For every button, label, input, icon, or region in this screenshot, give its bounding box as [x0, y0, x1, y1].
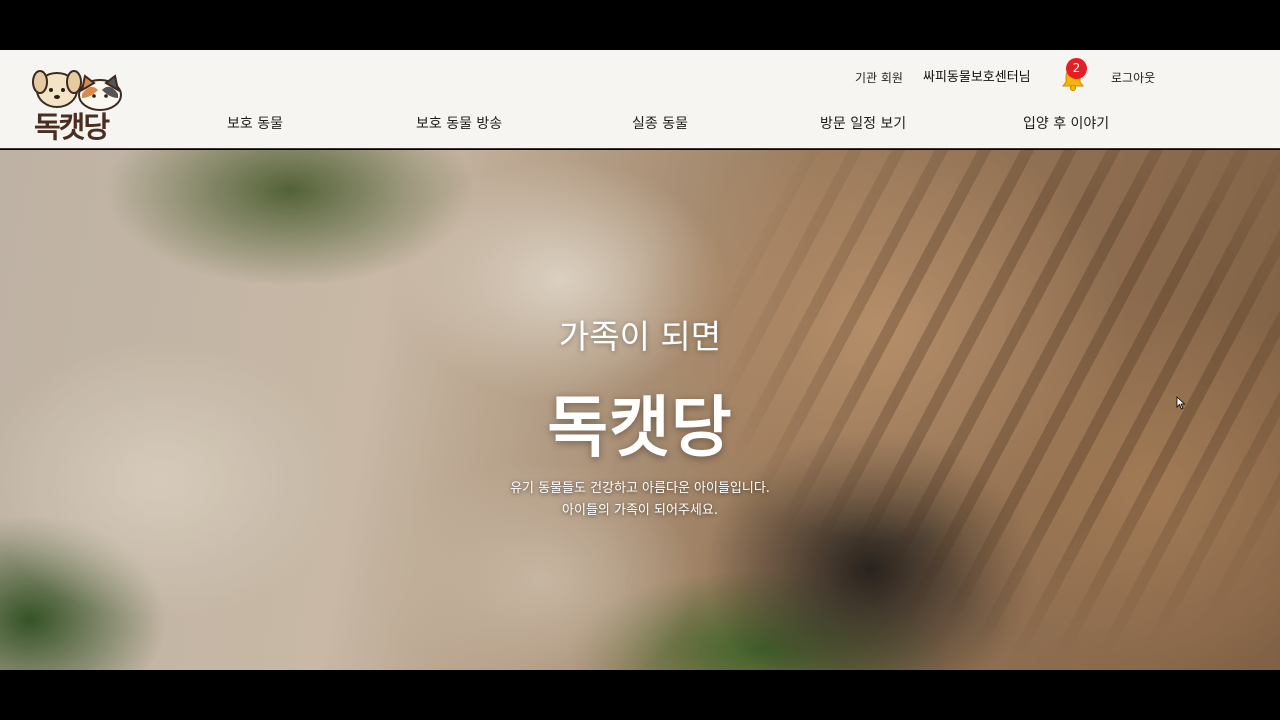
nav-item-protected-animal-broadcast[interactable]: 보호 동물 방송: [416, 112, 502, 136]
member-type-label: 기관 회원: [855, 71, 903, 85]
hero-description-line-1: 유기 동물들도 건강하고 아름다운 아이들입니다.: [510, 481, 770, 496]
hero-description-line-2: 아이들의 가족이 되어주세요.: [562, 503, 718, 518]
user-name-link[interactable]: 싸피동물보호센터님: [923, 68, 1031, 88]
site-header: 독캣당 기관 회원 싸피동물보호센터님 2 로그아웃 보호 동물 보호 동물 방…: [0, 50, 1280, 149]
nav-item-protected-animals[interactable]: 보호 동물: [227, 112, 283, 136]
hero-banner: 가족이 되면 독캣당 유기 동물들도 건강하고 아름다운 아이들입니다. 아이들…: [0, 150, 1280, 670]
letterbox-bottom: [0, 670, 1280, 720]
notification-badge: 2: [1066, 58, 1087, 79]
hero-subtitle: 가족이 되면: [558, 317, 722, 356]
nav-item-adoption-stories[interactable]: 입양 후 이야기: [1023, 112, 1109, 136]
logo-wordmark[interactable]: 독캣당: [34, 104, 110, 146]
nav-item-visit-schedule[interactable]: 방문 일정 보기: [820, 112, 906, 136]
nav-item-missing-animals[interactable]: 실종 동물: [632, 112, 688, 136]
logout-button[interactable]: 로그아웃: [1111, 68, 1155, 88]
letterbox-top: [0, 0, 1280, 50]
hero-title: 독캣당: [547, 389, 733, 466]
mouse-cursor-icon: [1176, 396, 1186, 410]
